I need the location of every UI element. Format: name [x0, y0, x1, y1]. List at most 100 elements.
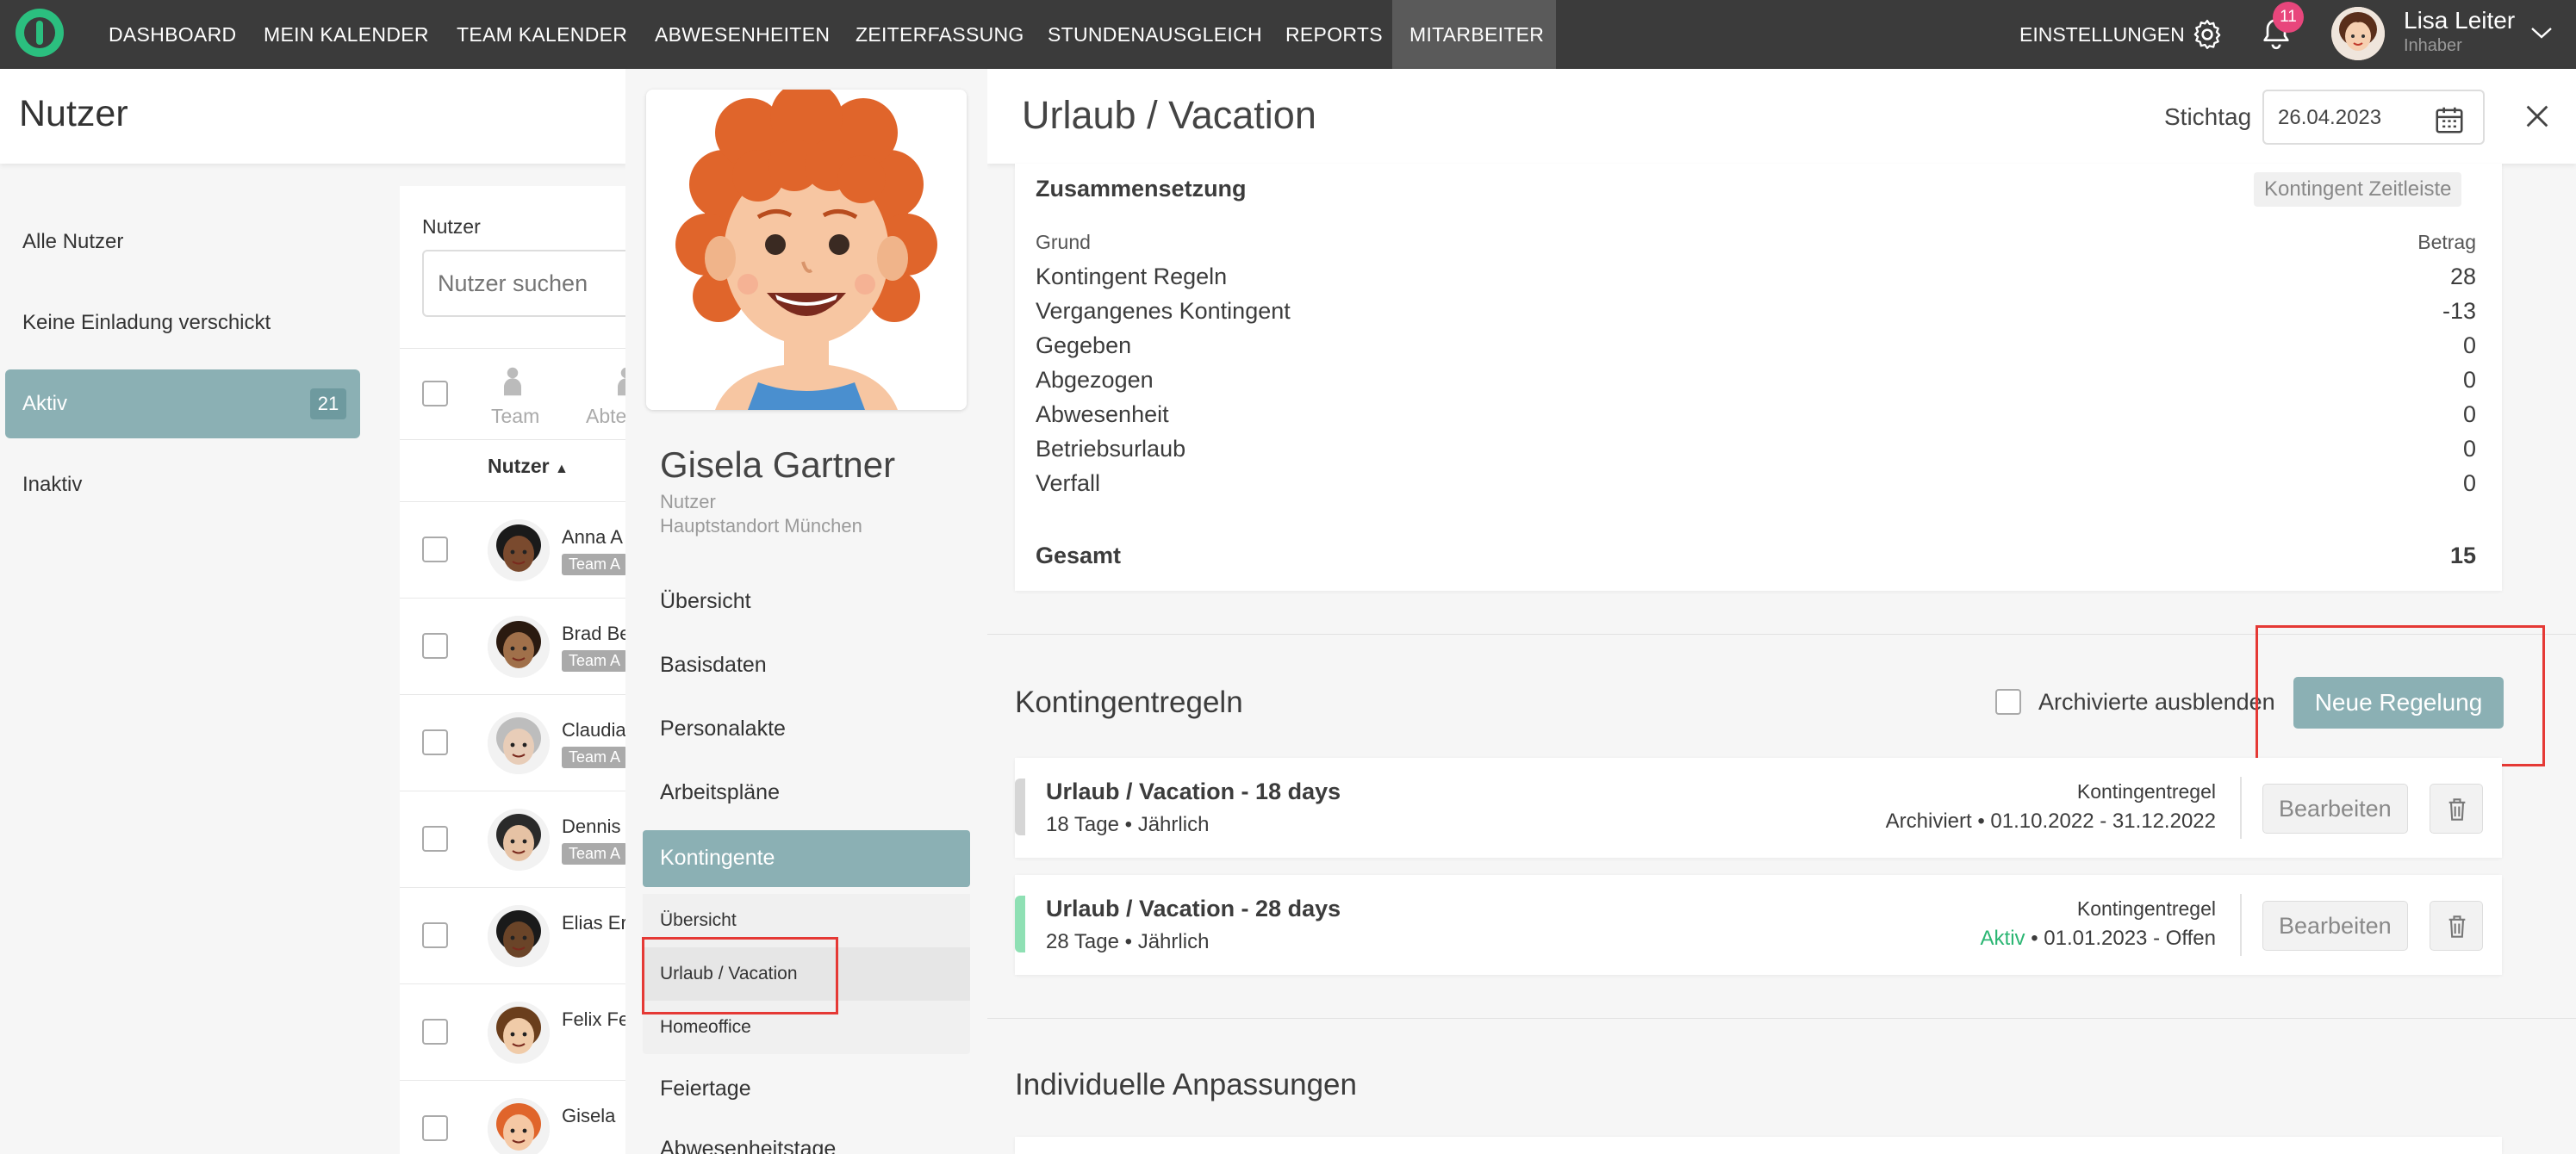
composition-row-value: 0 — [2462, 436, 2476, 462]
stichtag-label: Stichtag — [2164, 103, 2252, 130]
edit-rule-button[interactable]: Bearbeiten — [2262, 901, 2408, 951]
stichtag-date-input[interactable]: 26.04.2023 — [2262, 90, 2485, 145]
user-team-tag: Team A — [562, 843, 628, 865]
profile-nav-kontingente[interactable]: Kontingente — [643, 830, 970, 887]
rule-name: Urlaub / Vacation - 28 days — [1046, 896, 1341, 921]
profile-nav-overview[interactable]: Übersicht — [660, 589, 751, 614]
user-column-label: Nutzer — [488, 455, 550, 477]
composition-row-value: 28 — [2449, 264, 2476, 289]
department-filter-label[interactable]: Abte — [586, 405, 626, 428]
nav-zeiterfassung[interactable]: ZEITERFASSUNG — [856, 0, 1024, 69]
profile-nav-feiertage[interactable]: Feiertage — [660, 1076, 751, 1101]
user-row[interactable]: Claudia Team A — [400, 694, 643, 791]
user-row-checkbox[interactable] — [422, 633, 448, 659]
chevron-down-icon[interactable] — [2529, 24, 2554, 41]
nav-mein-kalender[interactable]: MEIN KALENDER — [264, 0, 429, 69]
top-navigation-bar: DASHBOARD MEIN KALENDER TEAM KALENDER AB… — [0, 0, 2576, 69]
user-row-checkbox[interactable] — [422, 922, 448, 948]
current-user-role: Inhaber — [2404, 36, 2462, 55]
sidebar-item-alle-nutzer[interactable]: Alle Nutzer — [5, 208, 360, 276]
composition-row-value: 0 — [2462, 470, 2476, 496]
kontingent-timeline-button[interactable]: Kontingent Zeitleiste — [2254, 172, 2462, 207]
gear-icon[interactable] — [2190, 17, 2224, 52]
profile-nav-personalakte[interactable]: Personalakte — [660, 717, 786, 741]
sidebar-item-label: Aktiv — [22, 392, 68, 415]
user-row-checkbox[interactable] — [422, 729, 448, 755]
rule-status-stripe — [1015, 779, 1025, 835]
user-avatar — [488, 712, 550, 774]
count-badge: 21 — [310, 388, 346, 419]
current-user-name[interactable]: Lisa Leiter — [2404, 7, 2515, 34]
profile-nav-basisdaten[interactable]: Basisdaten — [660, 653, 767, 678]
rule-name: Urlaub / Vacation - 18 days — [1046, 779, 1341, 804]
settings-link[interactable]: EINSTELLUNGEN — [2019, 0, 2185, 69]
user-row[interactable]: Elias Er — [400, 887, 643, 983]
team-filter-label[interactable]: Team — [491, 405, 539, 428]
user-row-checkbox[interactable] — [422, 826, 448, 852]
sidebar-item-aktiv[interactable]: Aktiv 21 — [5, 369, 360, 438]
user-row-checkbox[interactable] — [422, 537, 448, 562]
rule-card-active: Urlaub / Vacation - 28 days 28 Tage • Jä… — [1015, 875, 2502, 975]
user-avatar — [488, 809, 550, 871]
composition-row-label: Vergangenes Kontingent — [1036, 298, 1291, 324]
detail-header: Urlaub / Vacation Stichtag 26.04.2023 — [987, 69, 2576, 164]
composition-row-label: Betriebsurlaub — [1036, 436, 1186, 462]
nav-abwesenheiten[interactable]: ABWESENHEITEN — [655, 0, 830, 69]
rule-type: Kontingentregel — [2076, 897, 2216, 920]
user-column-header[interactable]: Nutzer ▲ — [488, 455, 569, 478]
delete-rule-button[interactable] — [2430, 784, 2483, 834]
rule-status-range: Aktiv • 01.01.2023 - Offen — [1981, 927, 2216, 951]
profile-nav-abwesenheitstage[interactable]: Abwesenheitstage — [660, 1137, 836, 1154]
sidebar-item-keine-einladung[interactable]: Keine Einladung verschickt — [5, 288, 360, 357]
sidebar-item-inaktiv[interactable]: Inaktiv — [5, 450, 360, 519]
composition-row-label: Gegeben — [1036, 332, 1132, 358]
rule-card-archived: Urlaub / Vacation - 18 days 18 Tage • Jä… — [1015, 758, 2502, 858]
user-row[interactable]: Felix Fe — [400, 983, 643, 1080]
user-team-tag: Team A — [562, 650, 628, 672]
trash-icon — [2448, 798, 2466, 821]
profile-name: Gisela Gartner — [660, 444, 896, 485]
user-row[interactable]: Gisela — [400, 1080, 643, 1154]
rules-title: Kontingentregeln — [1015, 686, 1243, 719]
rule-detail: 28 Tage • Jährlich — [1046, 930, 1210, 953]
nav-mitarbeiter[interactable]: MITARBEITER — [1392, 0, 1556, 69]
profile-avatar — [646, 90, 967, 410]
delete-rule-button[interactable] — [2430, 901, 2483, 951]
user-row-checkbox[interactable] — [422, 1019, 448, 1045]
user-avatar — [488, 519, 550, 581]
search-label: Nutzer — [422, 215, 481, 238]
user-row[interactable]: Anna A Team A — [400, 501, 643, 598]
nav-dashboard[interactable]: DASHBOARD — [109, 0, 236, 69]
user-row[interactable]: Brad Be Team A — [400, 598, 643, 694]
composition-row-label: Kontingent Regeln — [1036, 264, 1228, 289]
individual-adjustments-title: Individuelle Anpassungen — [1015, 1068, 1357, 1101]
user-name: Claudia — [562, 719, 626, 741]
calendar-icon[interactable] — [2433, 103, 2466, 136]
close-icon[interactable] — [2523, 102, 2552, 131]
profile-location: Hauptstandort München — [660, 515, 862, 537]
hide-archived-checkbox[interactable] — [1995, 689, 2021, 715]
team-filter-icon[interactable] — [500, 365, 526, 398]
user-search-input[interactable] — [422, 250, 646, 317]
composition-row-value: 0 — [2462, 332, 2476, 358]
total-value: 15 — [2449, 543, 2476, 568]
nav-stundenausgleich[interactable]: STUNDENAUSGLEICH — [1048, 0, 1262, 69]
user-avatar — [488, 616, 550, 678]
composition-row-value: 0 — [2462, 367, 2476, 393]
highlight-box-new-rule — [2256, 625, 2545, 766]
app-logo-icon[interactable] — [16, 9, 64, 57]
select-all-checkbox[interactable] — [422, 381, 448, 406]
nav-reports[interactable]: REPORTS — [1285, 0, 1383, 69]
user-name: Dennis — [562, 816, 621, 837]
edit-rule-button[interactable]: Bearbeiten — [2262, 784, 2408, 834]
rule-range: • 01.01.2023 - Offen — [2025, 927, 2216, 950]
composition-row-value: -13 — [2442, 298, 2476, 324]
column-header-amount: Betrag — [2417, 231, 2476, 253]
nav-team-kalender[interactable]: TEAM KALENDER — [457, 0, 627, 69]
sidebar-item-label: Alle Nutzer — [22, 230, 124, 253]
hide-archived-label[interactable]: Archivierte ausblenden — [2038, 689, 2275, 716]
user-row[interactable]: Dennis Team A — [400, 791, 643, 887]
current-user-avatar[interactable] — [2331, 7, 2385, 60]
profile-nav-arbeitsplaene[interactable]: Arbeitspläne — [660, 780, 780, 805]
user-row-checkbox[interactable] — [422, 1115, 448, 1141]
